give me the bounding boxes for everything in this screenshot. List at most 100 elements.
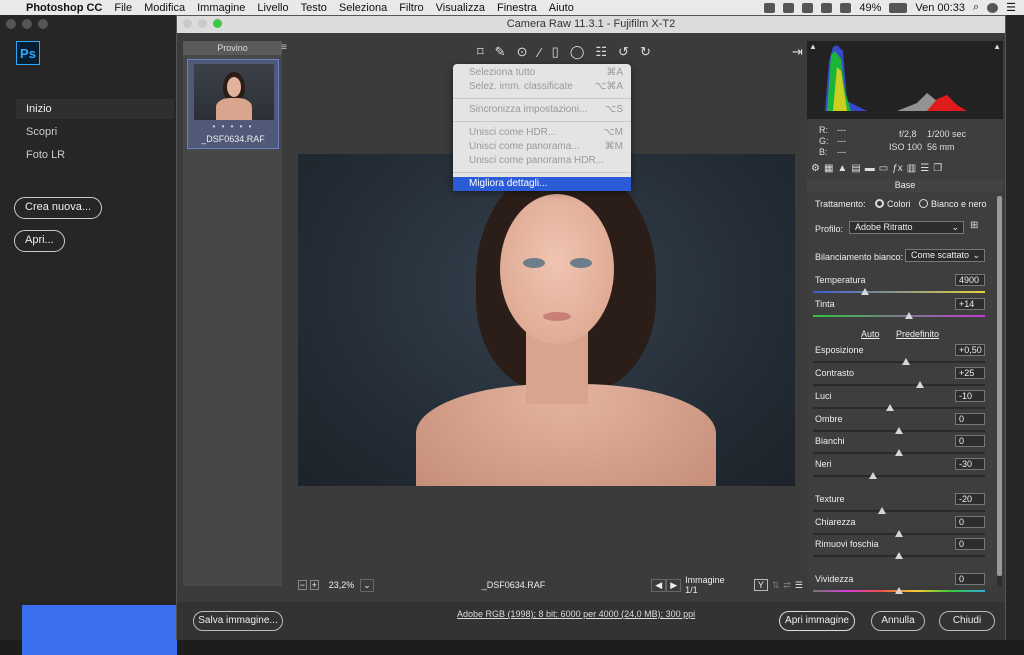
wifi-icon[interactable] [840,2,852,13]
zoom-level[interactable]: 23,2% [329,580,355,590]
copy-settings-icon[interactable]: ⇄ [783,580,791,591]
app-menu[interactable]: Photoshop CC [20,2,108,14]
slider-track[interactable] [813,510,985,512]
panel-scrollbar[interactable] [997,196,1002,586]
open-image-button[interactable]: Apri immagine [779,611,855,631]
slider-value-field[interactable]: +14 [955,298,985,310]
star-rating[interactable]: • • • • • [188,122,278,131]
creative-cloud-icon[interactable] [764,2,776,13]
tab-effects[interactable]: ƒx [892,163,903,177]
highlight-clipping-icon[interactable]: ▲ [993,42,1001,51]
prev-image-button[interactable]: ◀ [651,578,667,592]
slider-thumb[interactable] [901,358,910,365]
tab-presets[interactable]: ☰ [920,163,929,177]
slider-track[interactable] [813,384,985,386]
minimize-window-button[interactable] [22,19,32,29]
slider-value-field[interactable]: +0,50 [955,344,985,356]
slider-value-field[interactable]: 0 [955,435,985,447]
spotlight-icon[interactable]: ⌕ [973,1,979,14]
slider-track[interactable] [813,291,985,293]
menu-seleziona[interactable]: Seleziona [333,2,393,14]
auto-link[interactable]: Auto [861,329,880,339]
graduated-filter-icon[interactable]: ▯ [552,44,559,60]
zoom-window-button[interactable] [38,19,48,29]
menu-finestra[interactable]: Finestra [491,2,543,14]
battery-icon[interactable] [889,2,908,13]
tab-tone-curve[interactable]: ▦ [824,163,833,177]
menu-enhance-details[interactable]: Migliora dettagli... [453,177,631,191]
close-window-button[interactable] [6,19,16,29]
menu-merge-hdr[interactable]: Unisci come HDR... ⌥M [453,126,631,140]
slider-track[interactable] [813,475,985,477]
swap-before-after-icon[interactable]: ⇅ [772,580,780,591]
siri-icon[interactable] [987,2,999,13]
preview-area[interactable] [298,154,795,486]
filmstrip-label[interactable]: Provino [217,43,248,53]
slider-value-field[interactable]: 0 [955,538,985,550]
slider-value-field[interactable]: -30 [955,458,985,470]
nav-inizio[interactable]: Inizio [16,99,174,119]
slider-thumb[interactable] [895,530,903,537]
menu-file[interactable]: File [108,2,138,14]
slider-value-field[interactable]: -10 [955,390,985,402]
menu-merge-hdr-panorama[interactable]: Unisci come panorama HDR... [453,154,631,168]
tab-calibration[interactable]: ▥ [907,163,916,177]
slider-track[interactable] [813,361,985,363]
menu-merge-panorama[interactable]: Unisci come panorama... ⌘M [453,140,631,154]
zoom-dropdown-icon[interactable]: ⌄ [360,578,374,592]
menu-visualizza[interactable]: Visualizza [430,2,491,14]
slider-thumb[interactable] [886,404,895,411]
workflow-options-link[interactable]: Adobe RGB (1998); 8 bit; 6000 per 4000 (… [457,609,695,619]
slider-thumb[interactable] [915,381,924,388]
red-eye-tool-icon[interactable]: ⊙ [517,44,528,60]
notification-center-icon[interactable]: ☰ [1006,1,1016,14]
spot-removal-tool-icon[interactable]: ✎ [495,44,506,60]
zoom-out-button[interactable]: − [298,580,307,590]
menu-aiuto[interactable]: Aiuto [543,2,580,14]
tab-hsl[interactable]: ▤ [851,163,860,177]
menu-filtro[interactable]: Filtro [393,2,429,14]
create-new-button[interactable]: Crea nuova... [14,197,103,219]
close-dialog-button[interactable] [183,19,192,28]
slider-thumb[interactable] [895,552,903,559]
slider-thumb[interactable] [860,288,869,295]
adjustment-brush-icon[interactable]: ⁄ [538,45,540,60]
before-after-toggle[interactable]: Y [753,579,768,591]
slider-thumb[interactable] [895,427,903,434]
tab-lens[interactable]: ▭ [879,163,888,177]
slider-value-field[interactable]: -20 [955,493,985,505]
menu-immagine[interactable]: Immagine [191,2,251,14]
shadow-clipping-icon[interactable]: ▲ [809,42,817,51]
zoom-in-button[interactable]: + [309,580,319,590]
slider-track[interactable] [813,315,985,317]
open-button[interactable]: Apri... [14,230,65,252]
slider-thumb[interactable] [877,507,886,514]
fullscreen-toggle-icon[interactable]: ⇥ [792,44,803,60]
profile-browser-icon[interactable]: ⊞ [970,220,978,231]
menu-testo[interactable]: Testo [295,2,333,14]
slider-value-field[interactable]: 0 [955,573,985,585]
nav-foto-lr[interactable]: Foto LR [16,145,174,165]
slider-thumb[interactable] [895,449,903,456]
slider-value-field[interactable]: 0 [955,413,985,425]
default-link[interactable]: Predefinito [896,329,939,339]
clock[interactable]: Ven 00:33 [915,2,965,14]
done-button[interactable]: Chiudi [939,611,995,631]
save-image-button[interactable]: Salva immagine... [193,611,283,631]
menu-select-all[interactable]: Seleziona tutto ⌘A [453,66,631,80]
menu-sync-settings[interactable]: Sincronizza impostazioni... ⌥S [453,103,631,117]
cancel-button[interactable]: Annulla [871,611,925,631]
slider-value-field[interactable]: 0 [955,516,985,528]
treatment-bw-radio[interactable] [919,199,928,208]
filmstrip-menu-icon[interactable]: ≡ [281,42,287,53]
battery-percent[interactable]: 49% [859,2,881,14]
panel-scrollbar-thumb[interactable] [997,196,1002,576]
minimize-dialog-button[interactable] [198,19,207,28]
profile-select[interactable]: Adobe Ritratto ⌄ [849,221,964,234]
evernote-icon[interactable] [821,2,833,13]
preview-preferences-icon[interactable]: ☰ [795,580,803,591]
tab-basic[interactable]: ⚙ [811,163,820,177]
next-image-button[interactable]: ▶ [666,578,682,592]
tab-detail[interactable]: ▲ [837,163,847,177]
white-balance-select[interactable]: Come scattato ⌄ [905,249,985,262]
